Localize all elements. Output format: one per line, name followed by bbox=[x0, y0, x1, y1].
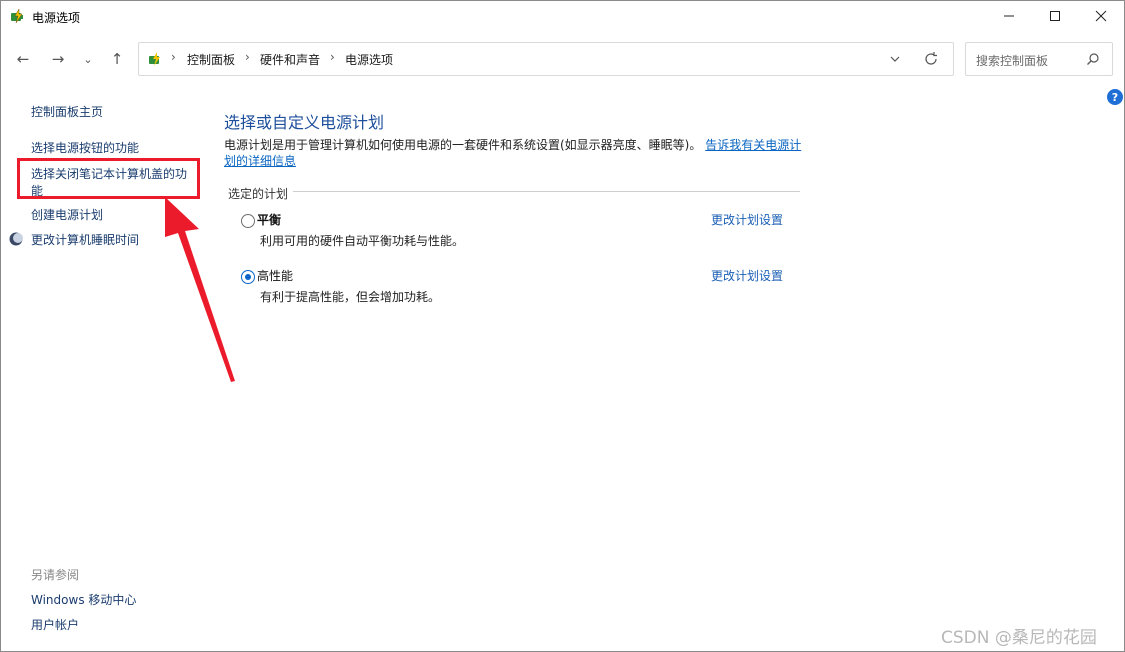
maximize-icon bbox=[1050, 11, 1060, 21]
search-icon[interactable] bbox=[1086, 52, 1100, 66]
sidebar-link-user-accounts[interactable]: 用户帐户 bbox=[31, 616, 79, 633]
sidebar-link-create-plan[interactable]: 创建电源计划 bbox=[31, 206, 103, 223]
sidebar-link-sleep-time[interactable]: 更改计算机睡眠时间 bbox=[31, 231, 139, 248]
plan-radio-balanced[interactable] bbox=[241, 214, 255, 228]
page-description: 电源计划是用于管理计算机如何使用电源的一套硬件和系统设置(如显示器亮度、睡眠等)… bbox=[224, 137, 804, 169]
navigation-bar: ← → ⌄ ↑ › 控制面板 › 硬件和声音 › 电源选项 搜索控制面板 bbox=[1, 39, 1124, 79]
see-also-heading: 另请参阅 bbox=[31, 568, 80, 582]
back-arrow-icon: ← bbox=[16, 50, 30, 68]
sidebar-link-power-button[interactable]: 选择电源按钮的功能 bbox=[31, 139, 139, 156]
control-panel-icon bbox=[149, 52, 160, 66]
change-plan-settings-balanced[interactable]: 更改计划设置 bbox=[711, 211, 783, 228]
breadcrumb-separator: › bbox=[245, 50, 250, 64]
breadcrumb-control-panel[interactable]: 控制面板 bbox=[187, 51, 235, 68]
annotation-arrow-icon bbox=[165, 197, 235, 382]
breadcrumb-separator: › bbox=[171, 50, 176, 64]
minimize-button[interactable] bbox=[986, 1, 1032, 31]
change-plan-settings-high-performance[interactable]: 更改计划设置 bbox=[711, 267, 783, 284]
minimize-icon bbox=[1004, 15, 1014, 17]
breadcrumb-separator: › bbox=[330, 50, 335, 64]
plan-radio-high-performance[interactable] bbox=[241, 270, 255, 284]
forward-button[interactable]: → bbox=[46, 48, 70, 70]
title-bar: 电源选项 bbox=[1, 1, 1124, 33]
description-text: 电源计划是用于管理计算机如何使用电源的一套硬件和系统设置(如显示器亮度、睡眠等)… bbox=[224, 138, 702, 152]
power-options-icon bbox=[11, 8, 23, 24]
forward-arrow-icon: → bbox=[51, 50, 65, 68]
refresh-icon[interactable] bbox=[923, 51, 939, 67]
recent-locations-button[interactable]: ⌄ bbox=[79, 48, 97, 70]
help-icon[interactable]: ? bbox=[1107, 89, 1123, 105]
plan-name-high-performance[interactable]: 高性能 bbox=[257, 267, 293, 284]
sleep-moon-icon bbox=[9, 232, 23, 246]
address-dropdown-icon[interactable] bbox=[887, 51, 903, 67]
plan-desc-balanced: 利用可用的硬件自动平衡功耗与性能。 bbox=[260, 234, 465, 248]
sidebar-link-windows-mobility[interactable]: Windows 移动中心 bbox=[31, 591, 136, 608]
back-button[interactable]: ← bbox=[11, 48, 35, 70]
page-title: 选择或自定义电源计划 bbox=[224, 113, 385, 132]
section-divider bbox=[293, 191, 800, 192]
close-button[interactable] bbox=[1078, 1, 1124, 31]
breadcrumb-power-options[interactable]: 电源选项 bbox=[345, 51, 393, 68]
up-button[interactable]: ↑ bbox=[105, 48, 129, 70]
breadcrumb-hardware-sound[interactable]: 硬件和声音 bbox=[260, 51, 320, 68]
window-title: 电源选项 bbox=[32, 11, 81, 25]
chevron-down-icon: ⌄ bbox=[83, 52, 93, 66]
address-bar[interactable]: › 控制面板 › 硬件和声音 › 电源选项 bbox=[138, 42, 954, 76]
close-icon bbox=[1095, 10, 1107, 22]
search-box[interactable]: 搜索控制面板 bbox=[965, 42, 1113, 76]
power-options-window: 电源选项 ← → ⌄ ↑ › 控制面板 › 硬件和声音 › 电源选项 搜索控制面… bbox=[0, 0, 1125, 652]
search-placeholder: 搜索控制面板 bbox=[976, 54, 1049, 68]
maximize-button[interactable] bbox=[1032, 1, 1078, 31]
up-arrow-icon: ↑ bbox=[110, 50, 124, 68]
selected-plans-label: 选定的计划 bbox=[228, 187, 289, 201]
plan-desc-high-performance: 有利于提高性能，但会增加功耗。 bbox=[260, 290, 441, 304]
plan-name-balanced[interactable]: 平衡 bbox=[257, 211, 281, 228]
watermark: CSDN @桑尼的花园 bbox=[941, 628, 1097, 648]
sidebar-link-control-panel-home[interactable]: 控制面板主页 bbox=[31, 103, 103, 120]
